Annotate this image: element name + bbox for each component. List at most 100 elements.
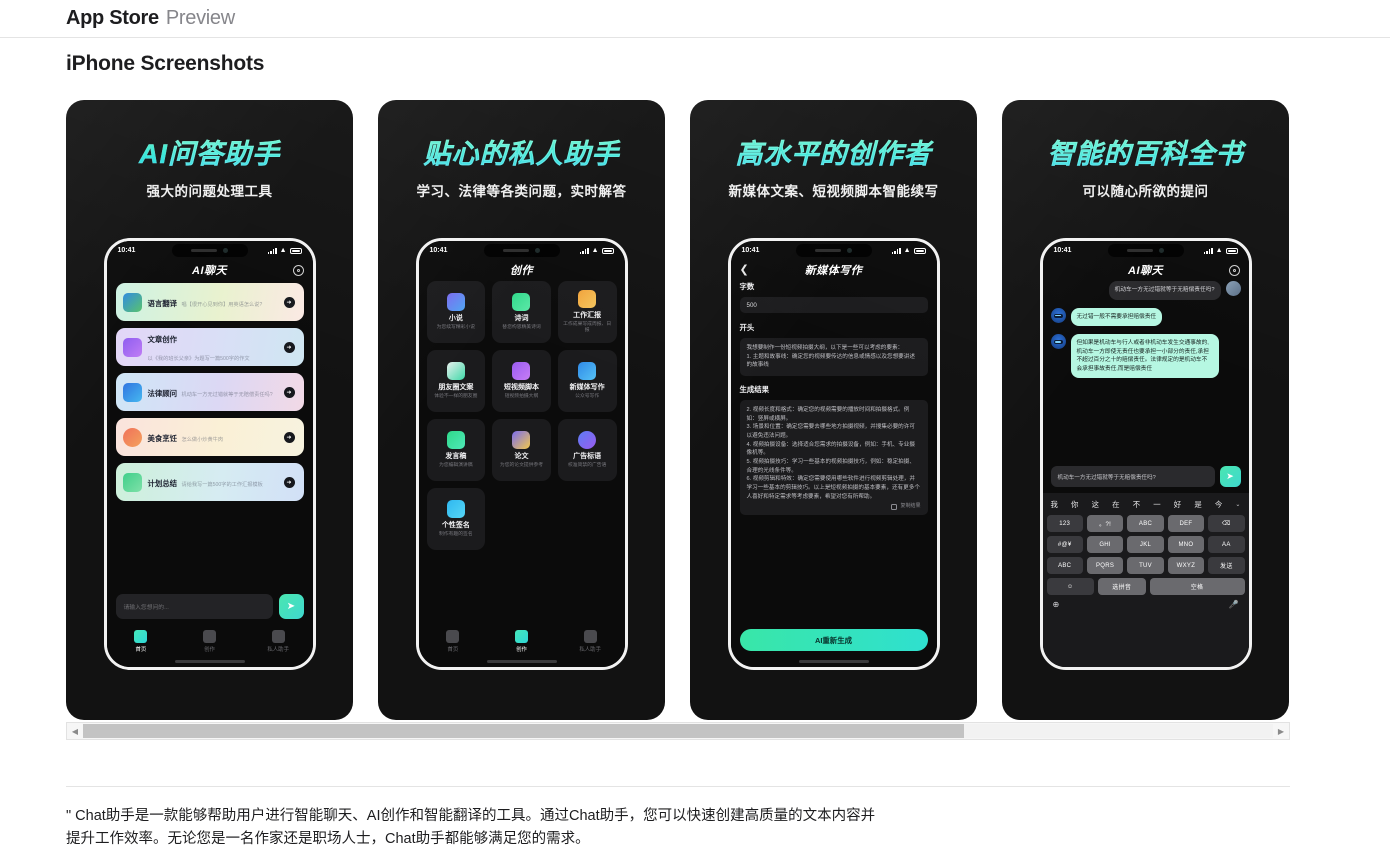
key-symbols[interactable]: #@¥ <box>1046 536 1083 553</box>
screenshot-card-3[interactable]: 高水平的创作者 新媒体文案、短视频脚本智能续写 10:41 ▲ ❮ 新媒体写作 … <box>690 100 977 720</box>
tab-home[interactable]: 首页 <box>107 629 176 653</box>
microphone-icon[interactable]: 🎤 <box>1229 600 1239 609</box>
suggestion[interactable]: 这 <box>1092 499 1099 510</box>
suggestion[interactable]: 今 <box>1215 499 1222 510</box>
grid-item-title: 个性签名 <box>441 522 470 530</box>
suggestion[interactable]: 我 <box>1051 499 1058 510</box>
chevron-right-icon[interactable]: ➜ <box>283 341 295 353</box>
suggestion[interactable]: 你 <box>1071 499 1078 510</box>
grid-item-title: 朋友圈文案 <box>438 384 474 392</box>
wifi-icon: ▲ <box>279 247 287 254</box>
tab-home[interactable]: 首页 <box>419 629 488 653</box>
tab-create[interactable]: 创作 <box>175 629 244 653</box>
send-icon[interactable]: ➤ <box>1219 466 1241 487</box>
grid-item[interactable]: 朋友圈文案 体验不一样的朋友圈 <box>426 350 486 412</box>
key-abc-switch[interactable]: ABC <box>1046 557 1083 574</box>
scroll-left-arrow-icon[interactable]: ◀ <box>67 727 83 736</box>
ai-regenerate-button[interactable]: AI重新生成 <box>739 629 928 651</box>
grid-item[interactable]: 新媒体写作 公众号写作 <box>557 350 617 412</box>
chevron-down-icon[interactable]: ⌄ <box>1235 501 1240 508</box>
key-punct[interactable]: 。?! <box>1086 515 1124 532</box>
list-item[interactable]: 计划总结 请给我写一篇500字的工作汇报模板 ➜ <box>115 463 304 501</box>
chevron-right-icon[interactable]: ➜ <box>283 296 295 308</box>
list-item-title: 美食烹饪 <box>147 434 178 443</box>
carousel-scrollbar[interactable]: ◀ ▶ <box>66 722 1290 740</box>
status-time: 10:41 <box>117 247 136 254</box>
key-def[interactable]: DEF <box>1167 515 1205 532</box>
emoji-icon[interactable]: ☺ <box>1046 578 1094 595</box>
home-icon <box>446 629 460 643</box>
key-pinyin[interactable]: 选拼音 <box>1098 578 1146 595</box>
suggestion[interactable]: 在 <box>1112 499 1119 510</box>
chevron-right-icon[interactable]: ➜ <box>283 386 295 398</box>
battery-icon <box>1225 247 1238 254</box>
gear-icon[interactable] <box>292 264 304 276</box>
list-item[interactable]: 法律顾问 机动车一方无过错就等于无赔偿责任吗? ➜ <box>115 373 304 411</box>
list-item[interactable]: 美食烹饪 怎么做小炒黄牛肉 ➜ <box>115 418 304 456</box>
chevron-right-icon[interactable]: ➜ <box>283 476 295 488</box>
copy-result-button[interactable]: 复制结果 <box>891 503 921 511</box>
key-space[interactable]: 空格 <box>1149 578 1245 595</box>
tab-bar-1[interactable]: 首页 创作 私人助手 <box>107 625 313 657</box>
key-ghi[interactable]: GHI <box>1086 536 1124 553</box>
status-time: 10:41 <box>1053 247 1072 254</box>
key-wxyz[interactable]: WXYZ <box>1167 557 1205 574</box>
message-composer[interactable]: 请输入您想问的... ➤ <box>115 594 304 619</box>
scroll-right-arrow-icon[interactable]: ▶ <box>1273 727 1289 736</box>
report-icon <box>578 290 597 309</box>
message-input[interactable]: 请输入您想问的... <box>115 594 273 619</box>
grid-item-title: 新媒体写作 <box>569 384 605 392</box>
key-shift[interactable]: AA <box>1208 536 1245 553</box>
result-text: 2. 视频长度和格式：确定您的视频需要的播放时间和拍摄格式。例如：竖屏或横屏。 … <box>746 406 920 500</box>
app-header-4: AI聊天 <box>1043 259 1249 281</box>
grid-item[interactable]: 个性签名 制作有趣的签名 <box>426 488 486 550</box>
list-item[interactable]: 文章创作 以《我的班长父亲》为题写一篇500字的作文 ➜ <box>115 328 304 366</box>
screenshot-card-2[interactable]: 贴心的私人助手 学习、法律等各类问题，实时解答 10:41 ▲ 创作 小说 为您… <box>378 100 665 720</box>
scrollbar-track[interactable] <box>83 724 1273 738</box>
key-mno[interactable]: MNO <box>1167 536 1205 553</box>
grid-item[interactable]: 论文 为您的论文提供参考 <box>492 419 551 481</box>
screenshot-card-1[interactable]: AI问答助手 强大的问题处理工具 10:41 ▲ AI聊天 语言翻译 唱【很开心… <box>66 100 353 720</box>
keyboard-suggestions[interactable]: 我 你 这 在 不 一 好 是 今 ⌄ <box>1047 497 1245 515</box>
grid-item[interactable]: 广告标语 校准简禁的广告语 <box>557 419 617 481</box>
word-count-input[interactable]: 500 <box>739 297 928 313</box>
tab-assistant[interactable]: 私人助手 <box>244 629 313 653</box>
home-icon <box>134 629 148 643</box>
chat-composer[interactable]: 机动车一方无过错就等于无赔偿责任吗? ➤ <box>1050 466 1241 487</box>
tab-bar-2[interactable]: 首页 创作 私人助手 <box>419 625 625 657</box>
screenshot-card-4[interactable]: 智能的百科全书 可以随心所欲的提问 10:41 ▲ AI聊天 机动车一方无过错就… <box>1002 100 1289 720</box>
gear-icon[interactable] <box>1228 264 1240 276</box>
grid-item[interactable]: 工作汇报 工作成果写成周报、日报 <box>557 281 617 343</box>
grid-item-desc: 短视频拍摄大纲 <box>504 393 539 399</box>
grid-item[interactable]: 短视频脚本 短视频拍摄大纲 <box>492 350 551 412</box>
opening-text[interactable]: 我想要制作一份短视频拍摄大纲，以下是一些可以考虑的要素： 1. 主题和故事线：确… <box>739 338 928 376</box>
tab-create[interactable]: 创作 <box>487 629 556 653</box>
suggestion[interactable]: 好 <box>1174 499 1181 510</box>
grid-item[interactable]: 小说 为您续写精彩小说 <box>426 281 486 343</box>
grid-item[interactable]: 诗词 替您构思精美诗词 <box>492 281 551 343</box>
suggestion[interactable]: 一 <box>1153 499 1160 510</box>
suggestion[interactable]: 不 <box>1133 499 1140 510</box>
chat-input-field[interactable]: 机动车一方无过错就等于无赔偿责任吗? <box>1050 466 1215 487</box>
chevron-right-icon[interactable]: ➜ <box>283 431 295 443</box>
list-item-title: 计划总结 <box>147 479 178 488</box>
key-pqrs[interactable]: PQRS <box>1086 557 1124 574</box>
suggestion[interactable]: 是 <box>1194 499 1201 510</box>
send-icon[interactable]: ➤ <box>278 594 304 619</box>
key-send[interactable]: 发送 <box>1208 557 1245 574</box>
grid-item[interactable]: 发言稿 为您编辑演讲稿 <box>426 419 486 481</box>
tab-assistant[interactable]: 私人助手 <box>556 629 625 653</box>
chat-bubble-text: 机动车一方无过错就等于无赔偿责任吗? <box>1108 281 1221 300</box>
back-arrow-icon[interactable]: ❮ <box>740 264 749 276</box>
key-abc[interactable]: ABC <box>1127 515 1164 532</box>
globe-icon[interactable]: ⊕ <box>1053 600 1060 609</box>
backspace-icon[interactable]: ⌫ <box>1208 515 1245 532</box>
list-item[interactable]: 语言翻译 唱【很开心见到你】用英语怎么说? ➜ <box>115 283 304 321</box>
key-tuv[interactable]: TUV <box>1127 557 1164 574</box>
screenshot-carousel[interactable]: AI问答助手 强大的问题处理工具 10:41 ▲ AI聊天 语言翻译 唱【很开心… <box>66 100 1290 720</box>
key-numeric[interactable]: 123 <box>1046 515 1083 532</box>
key-jkl[interactable]: JKL <box>1127 536 1164 553</box>
scrollbar-thumb[interactable] <box>83 724 964 738</box>
avatar <box>1225 281 1241 296</box>
virtual-keyboard[interactable]: 我 你 这 在 不 一 好 是 今 ⌄ 123 。?! ABC DEF ⌫ #@… <box>1042 493 1249 667</box>
